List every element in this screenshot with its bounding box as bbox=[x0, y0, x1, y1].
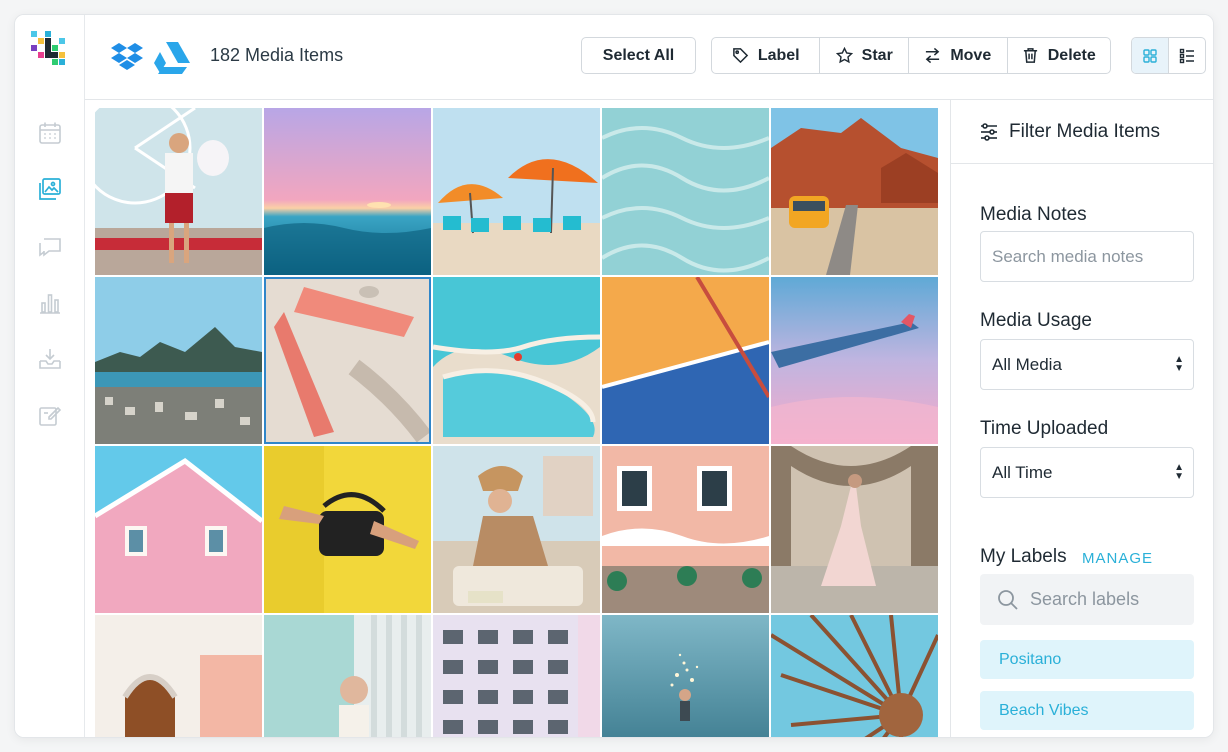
search-icon bbox=[998, 589, 1018, 610]
media-usage-select[interactable]: All Media ▲ ▼ bbox=[980, 339, 1194, 390]
media-thumbnail[interactable] bbox=[95, 277, 262, 444]
view-mode-toggle bbox=[1131, 37, 1206, 74]
list-icon bbox=[1179, 48, 1194, 63]
delete-button[interactable]: Delete bbox=[1008, 38, 1110, 73]
media-notes-label: Media Notes bbox=[980, 204, 1087, 225]
media-notes-search-input[interactable]: Search media notes bbox=[980, 231, 1194, 282]
filter-panel-header: Filter Media Items bbox=[951, 100, 1213, 164]
inbox-download-icon[interactable] bbox=[36, 345, 64, 373]
label-button-text: Label bbox=[757, 46, 800, 64]
delete-button-text: Delete bbox=[1047, 46, 1096, 64]
media-count: 182 Media Items bbox=[210, 45, 344, 65]
compose-icon[interactable] bbox=[36, 401, 64, 429]
trash-icon bbox=[1023, 48, 1037, 63]
media-thumbnail[interactable] bbox=[771, 615, 938, 737]
time-uploaded-value: All Time bbox=[992, 462, 1053, 482]
time-uploaded-select[interactable]: All Time ▲ ▼ bbox=[980, 447, 1194, 498]
media-thumbnail[interactable] bbox=[264, 615, 431, 737]
move-button[interactable]: Move bbox=[909, 38, 1008, 73]
label-button[interactable]: Label bbox=[712, 38, 821, 73]
media-thumbnail[interactable] bbox=[433, 277, 600, 444]
app-logo[interactable] bbox=[29, 29, 71, 71]
left-navigation-rail bbox=[15, 15, 85, 737]
tag-icon bbox=[732, 48, 749, 64]
media-thumbnail[interactable] bbox=[95, 615, 262, 737]
media-thumbnail[interactable] bbox=[264, 277, 431, 444]
media-usage-value: All Media bbox=[992, 354, 1062, 374]
grid-view-button[interactable] bbox=[1132, 38, 1169, 73]
media-usage-label: Media Usage bbox=[980, 310, 1092, 331]
dropbox-icon[interactable] bbox=[109, 39, 145, 75]
calendar-icon[interactable] bbox=[36, 119, 64, 147]
star-icon bbox=[835, 47, 853, 64]
labels-search-input[interactable]: Search labels bbox=[980, 574, 1194, 625]
select-all-button[interactable]: Select All bbox=[581, 37, 696, 74]
media-thumbnail[interactable] bbox=[602, 615, 769, 737]
gallery-icon[interactable] bbox=[36, 175, 64, 203]
media-grid bbox=[95, 108, 939, 737]
time-uploaded-label: Time Uploaded bbox=[980, 418, 1109, 439]
move-button-text: Move bbox=[950, 46, 992, 64]
media-thumbnail[interactable] bbox=[602, 108, 769, 275]
media-thumbnail[interactable] bbox=[433, 108, 600, 275]
media-thumbnail[interactable] bbox=[602, 446, 769, 613]
media-thumbnail[interactable] bbox=[433, 446, 600, 613]
media-thumbnail[interactable] bbox=[771, 108, 938, 275]
analytics-icon[interactable] bbox=[36, 289, 64, 317]
app-window: 182 Media Items Select All Label Star Mo… bbox=[14, 14, 1214, 738]
media-thumbnail[interactable] bbox=[433, 615, 600, 737]
media-thumbnail[interactable] bbox=[95, 108, 262, 275]
grid-icon bbox=[1143, 48, 1157, 63]
google-drive-icon[interactable] bbox=[154, 39, 190, 75]
star-button-text: Star bbox=[861, 46, 893, 64]
sliders-icon[interactable] bbox=[979, 122, 999, 142]
media-thumbnail[interactable] bbox=[264, 446, 431, 613]
star-button[interactable]: Star bbox=[820, 38, 910, 73]
media-thumbnail[interactable] bbox=[95, 446, 262, 613]
filter-panel: Filter Media Items Media Notes Search me… bbox=[950, 100, 1213, 737]
media-thumbnail[interactable] bbox=[771, 277, 938, 444]
select-arrows-icon: ▲ ▼ bbox=[1174, 462, 1184, 482]
media-thumbnail[interactable] bbox=[264, 108, 431, 275]
top-toolbar: 182 Media Items Select All Label Star Mo… bbox=[85, 15, 1213, 100]
label-chip[interactable]: Positano bbox=[980, 640, 1194, 679]
label-chip[interactable]: Beach Vibes bbox=[980, 691, 1194, 730]
labels-search-placeholder: Search labels bbox=[1030, 589, 1140, 609]
manage-labels-link[interactable]: MANAGE bbox=[1082, 550, 1153, 567]
media-thumbnail[interactable] bbox=[771, 446, 938, 613]
filter-panel-title: Filter Media Items bbox=[1009, 120, 1160, 142]
select-arrows-icon: ▲ ▼ bbox=[1174, 354, 1184, 374]
messages-icon[interactable] bbox=[36, 233, 64, 261]
media-thumbnail[interactable] bbox=[602, 277, 769, 444]
bulk-actions-group: Label Star Move Delete bbox=[711, 37, 1111, 74]
my-labels-heading: My Labels bbox=[980, 546, 1067, 567]
list-view-button[interactable] bbox=[1169, 38, 1205, 73]
swap-arrows-icon bbox=[925, 47, 940, 64]
